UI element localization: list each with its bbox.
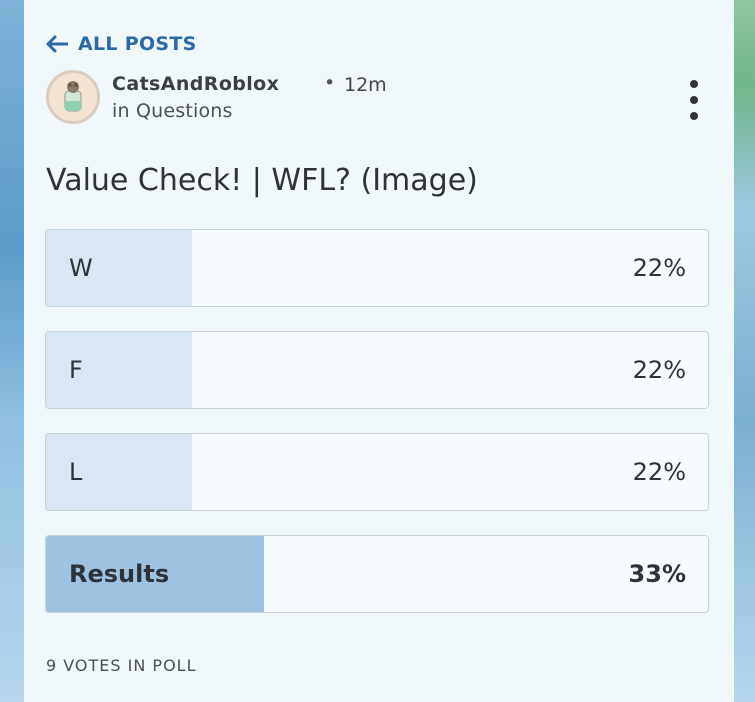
meta-separator: •: [324, 72, 336, 94]
poll-option-l[interactable]: L 22%: [45, 433, 709, 511]
poll-option-fill: [46, 230, 192, 306]
post-time: 12m: [344, 74, 387, 96]
poll-vote-count: 9 VOTES IN POLL: [46, 656, 197, 675]
poll-option-f[interactable]: F 22%: [45, 331, 709, 409]
all-posts-link[interactable]: ALL POSTS: [46, 30, 197, 58]
poll-option-label: F: [69, 356, 83, 384]
poll-option-label: W: [69, 254, 93, 282]
poll-option-percent: 22%: [632, 254, 686, 282]
avatar-image: [49, 73, 97, 121]
poll-option-fill: [46, 434, 192, 510]
avatar[interactable]: [46, 70, 100, 124]
all-posts-label: ALL POSTS: [78, 33, 197, 55]
poll-option-percent: 22%: [632, 458, 686, 486]
arrow-left-icon: [46, 35, 68, 53]
author-name[interactable]: CatsAndRoblox: [112, 73, 279, 95]
more-dot: [690, 96, 698, 104]
background-left-edge: [0, 0, 24, 702]
more-dot: [690, 112, 698, 120]
post-card: ALL POSTS CatsAndRoblox • 12m in Questio…: [24, 0, 734, 702]
poll-results-button[interactable]: Results 33%: [45, 535, 709, 613]
poll-option-w[interactable]: W 22%: [45, 229, 709, 307]
author-row: CatsAndRoblox • 12m in Questions: [46, 70, 706, 130]
background-right-edge: [733, 0, 755, 702]
more-dot: [690, 80, 698, 88]
more-options-button[interactable]: [684, 80, 704, 120]
post-title: Value Check! | WFL? (Image): [46, 163, 478, 198]
poll-results-percent: 33%: [628, 560, 686, 588]
poll-option-fill: [46, 332, 192, 408]
poll-option-label: L: [69, 458, 83, 486]
post-category[interactable]: in Questions: [112, 100, 233, 122]
poll-results-label: Results: [69, 560, 170, 588]
poll-option-percent: 22%: [632, 356, 686, 384]
